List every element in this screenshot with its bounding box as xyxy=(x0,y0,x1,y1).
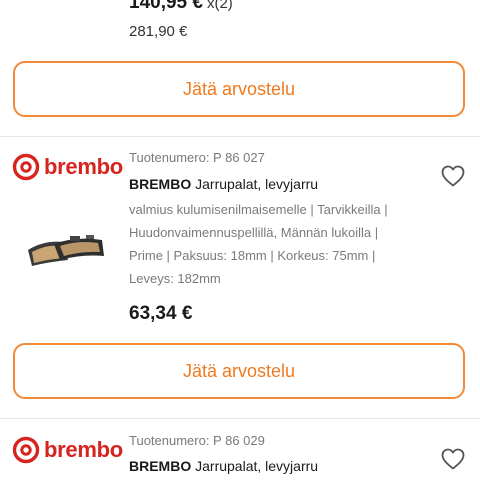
product-brand: BREMBO xyxy=(129,458,192,474)
unit-price: 140,95 € xyxy=(129,0,203,13)
description-line: Huudonvaimennuspellillä, Männän lukoilla… xyxy=(129,225,379,240)
description-line: Leveys: 182mm xyxy=(129,271,221,286)
article-number: Tuotenumero: P 86 027 xyxy=(129,150,265,165)
product-brand: BREMBO xyxy=(129,176,192,192)
divider xyxy=(0,136,480,137)
heart-icon[interactable] xyxy=(441,448,465,470)
previous-item-total: 281,90 € xyxy=(129,23,188,40)
quantity: x(2) xyxy=(206,0,233,12)
brembo-logo-icon xyxy=(12,153,40,181)
product-title[interactable]: BREMBO Jarrupalat, levyjarru xyxy=(129,458,318,474)
previous-item-price: 140,95 € x(2) xyxy=(129,0,233,14)
description-line: valmius kulumisenilmaisemelle | Tarvikke… xyxy=(129,202,388,217)
write-review-button[interactable]: Jätä arvostelu xyxy=(13,343,465,399)
brand-logo-text: brembo xyxy=(44,437,123,462)
brand-logo: brembo xyxy=(11,436,123,464)
description-line: Prime | Paksuus: 18mm | Korkeus: 75mm | xyxy=(129,248,376,263)
product-price: 63,34 € xyxy=(129,303,193,324)
brake-pads-image xyxy=(28,235,104,266)
product-name: Jarrupalat, levyjarru xyxy=(195,176,319,192)
product-name: Jarrupalat, levyjarru xyxy=(195,458,319,474)
divider xyxy=(0,418,480,419)
article-number: Tuotenumero: P 86 029 xyxy=(129,433,265,448)
write-review-button[interactable]: Jätä arvostelu xyxy=(13,61,465,117)
brembo-logo-icon xyxy=(12,436,40,464)
product-description: valmius kulumisenilmaisemelle | Tarvikke… xyxy=(129,198,429,290)
heart-icon[interactable] xyxy=(441,165,465,187)
product-title[interactable]: BREMBO Jarrupalat, levyjarru xyxy=(129,176,318,192)
brand-logo: brembo xyxy=(11,153,123,181)
brand-logo-text: brembo xyxy=(44,154,123,179)
